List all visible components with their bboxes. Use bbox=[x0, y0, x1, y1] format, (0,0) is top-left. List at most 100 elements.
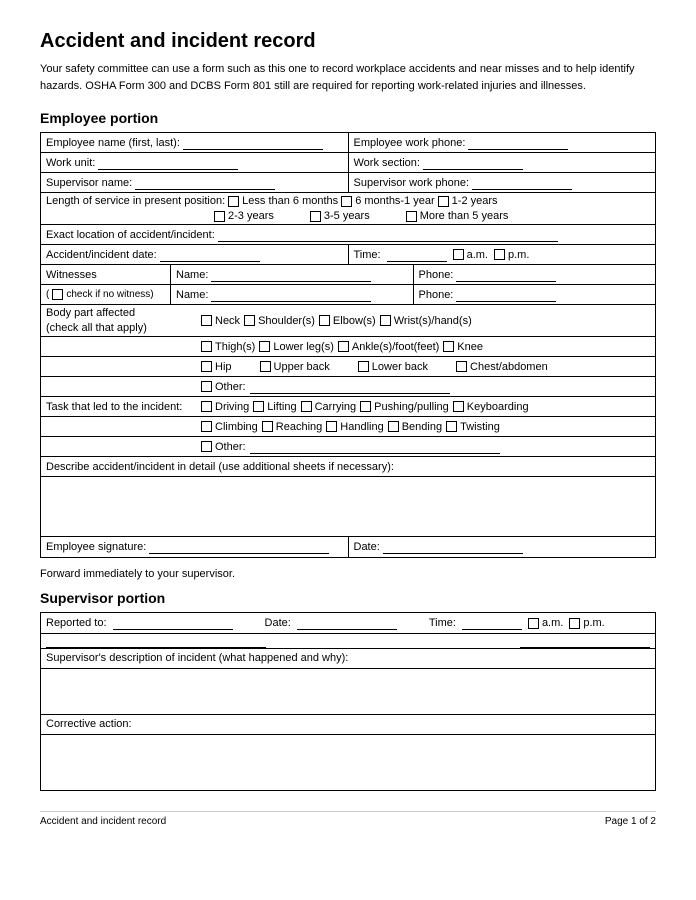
body-parts-row3: Hip Upper back Lower back Chest/abdomen bbox=[196, 357, 655, 376]
task-other-checkbox[interactable] bbox=[201, 441, 212, 452]
body-chest-checkbox[interactable] bbox=[456, 361, 467, 372]
pm-checkbox[interactable] bbox=[494, 249, 505, 260]
witness1-phone-input[interactable] bbox=[456, 268, 556, 282]
task-driving-checkbox[interactable] bbox=[201, 401, 212, 412]
work-unit-cell: Work unit: bbox=[41, 153, 349, 172]
task-pushing-checkbox[interactable] bbox=[360, 401, 371, 412]
body-other-checkbox[interactable] bbox=[201, 381, 212, 392]
witness2-name-label: Name: bbox=[176, 289, 208, 301]
task-bending-checkbox[interactable] bbox=[388, 421, 399, 432]
body-lower-leg-checkbox[interactable] bbox=[259, 341, 270, 352]
sup-date-input[interactable] bbox=[297, 616, 397, 630]
3-5years-label: 3-5 years bbox=[324, 210, 370, 222]
task-driving: Driving bbox=[201, 401, 249, 413]
sig-date-input[interactable] bbox=[383, 540, 523, 554]
task-handling-checkbox[interactable] bbox=[326, 421, 337, 432]
task-twisting-checkbox[interactable] bbox=[446, 421, 457, 432]
body-thigh: Thigh(s) bbox=[201, 341, 255, 353]
body-thigh-checkbox[interactable] bbox=[201, 341, 212, 352]
employee-phone-input[interactable] bbox=[468, 136, 568, 150]
form-row-supervisor: Supervisor name: Supervisor work phone: bbox=[41, 173, 655, 193]
body-upper-back-checkbox[interactable] bbox=[260, 361, 271, 372]
task-climbing-checkbox[interactable] bbox=[201, 421, 212, 432]
sup-desc-area[interactable] bbox=[41, 669, 655, 714]
sup-am-group: a.m. bbox=[528, 617, 563, 629]
sup-reported-underline[interactable] bbox=[46, 634, 266, 648]
checkbox-2-3years-box[interactable] bbox=[214, 211, 225, 222]
employee-name-input[interactable] bbox=[183, 136, 323, 150]
witness2-phone-label: Phone: bbox=[419, 289, 454, 301]
body-knee-checkbox[interactable] bbox=[443, 341, 454, 352]
form-row-accident-date: Accident/incident date: Time: a.m. p.m. bbox=[41, 245, 655, 265]
body-elbow-checkbox[interactable] bbox=[319, 315, 330, 326]
checkbox-3-5years-box[interactable] bbox=[310, 211, 321, 222]
form-row-describe-label: Describe accident/incident in detail (us… bbox=[41, 457, 655, 477]
witness1-phone-cell: Phone: bbox=[414, 265, 656, 284]
witness2-phone-cell: Phone: bbox=[414, 285, 656, 304]
sup-row-corrective-area bbox=[41, 735, 655, 790]
sup-time-underline[interactable] bbox=[520, 634, 650, 648]
witness2-phone-input[interactable] bbox=[456, 288, 556, 302]
task-keyboarding: Keyboarding bbox=[453, 401, 529, 413]
reported-to-label: Reported to: bbox=[46, 617, 107, 629]
form-row-unit-section: Work unit: Work section: bbox=[41, 153, 655, 173]
task-twisting: Twisting bbox=[446, 421, 500, 433]
witness2-name-cell: Name: bbox=[171, 285, 414, 304]
sup-time-label: Time: bbox=[429, 617, 456, 629]
task-other-input[interactable] bbox=[250, 440, 500, 454]
body-knee: Knee bbox=[443, 341, 483, 353]
sup-row-underline bbox=[41, 634, 655, 649]
employee-form-section: Employee name (first, last): Employee wo… bbox=[40, 132, 656, 558]
body-elbow: Elbow(s) bbox=[319, 315, 376, 327]
task-reaching-checkbox[interactable] bbox=[262, 421, 273, 432]
body-wrist-checkbox[interactable] bbox=[380, 315, 391, 326]
form-row-task-1: Task that led to the incident: Driving L… bbox=[41, 397, 655, 417]
checkbox-6months-1year-box[interactable] bbox=[341, 196, 352, 207]
tasks-row2: Climbing Reaching Handling Bending Twist… bbox=[196, 417, 655, 436]
reported-to-input[interactable] bbox=[113, 616, 233, 630]
body-other-input[interactable] bbox=[250, 380, 450, 394]
sup-time-input[interactable] bbox=[462, 616, 522, 630]
sup-pm-label: p.m. bbox=[583, 617, 604, 629]
accident-date-cell: Accident/incident date: bbox=[41, 245, 349, 264]
supervisor-name-input[interactable] bbox=[135, 176, 275, 190]
work-unit-input[interactable] bbox=[98, 156, 238, 170]
task-other: Other: bbox=[201, 441, 246, 453]
checkbox-less-6months-box[interactable] bbox=[228, 196, 239, 207]
body-lower-back-checkbox[interactable] bbox=[358, 361, 369, 372]
no-witness-checkbox[interactable] bbox=[52, 289, 63, 300]
task-keyboarding-checkbox[interactable] bbox=[453, 401, 464, 412]
time-input[interactable] bbox=[387, 248, 447, 262]
sup-pm-checkbox[interactable] bbox=[569, 618, 580, 629]
sup-am-checkbox[interactable] bbox=[528, 618, 539, 629]
accident-date-input[interactable] bbox=[160, 248, 260, 262]
checkbox-6months-1year: 6 months-1 year bbox=[341, 195, 434, 207]
task-carrying-checkbox[interactable] bbox=[301, 401, 312, 412]
work-section-input[interactable] bbox=[423, 156, 523, 170]
corrective-area-input[interactable] bbox=[41, 735, 655, 790]
location-input[interactable] bbox=[218, 228, 558, 242]
am-checkbox[interactable] bbox=[453, 249, 464, 260]
employee-sig-input[interactable] bbox=[149, 540, 329, 554]
body-lower-back: Lower back bbox=[358, 361, 428, 373]
employee-section-heading: Employee portion bbox=[40, 110, 656, 126]
body-shoulder-checkbox[interactable] bbox=[244, 315, 255, 326]
forward-note: Forward immediately to your supervisor. bbox=[40, 568, 656, 580]
body-upper-back: Upper back bbox=[260, 361, 330, 373]
footer-label: Accident and incident record bbox=[40, 816, 166, 827]
body-ankle-checkbox[interactable] bbox=[338, 341, 349, 352]
describe-area-cell[interactable] bbox=[41, 477, 655, 536]
checkbox-1-2years-box[interactable] bbox=[438, 196, 449, 207]
body-hip-checkbox[interactable] bbox=[201, 361, 212, 372]
form-row-body-parts-3: Hip Upper back Lower back Chest/abdomen bbox=[41, 357, 655, 377]
supervisor-phone-input[interactable] bbox=[472, 176, 572, 190]
checkbox-more-5years-box[interactable] bbox=[406, 211, 417, 222]
witness2-name-input[interactable] bbox=[211, 288, 371, 302]
body-parts-row1: Neck Shoulder(s) Elbow(s) Wrist(s)/hand(… bbox=[196, 305, 655, 336]
witness1-name-input[interactable] bbox=[211, 268, 371, 282]
body-neck-checkbox[interactable] bbox=[201, 315, 212, 326]
form-row-length-service: Length of service in present position: L… bbox=[41, 193, 655, 225]
checkbox-1-2years: 1-2 years bbox=[438, 195, 498, 207]
employee-phone-cell: Employee work phone: bbox=[349, 133, 656, 152]
task-lifting-checkbox[interactable] bbox=[253, 401, 264, 412]
